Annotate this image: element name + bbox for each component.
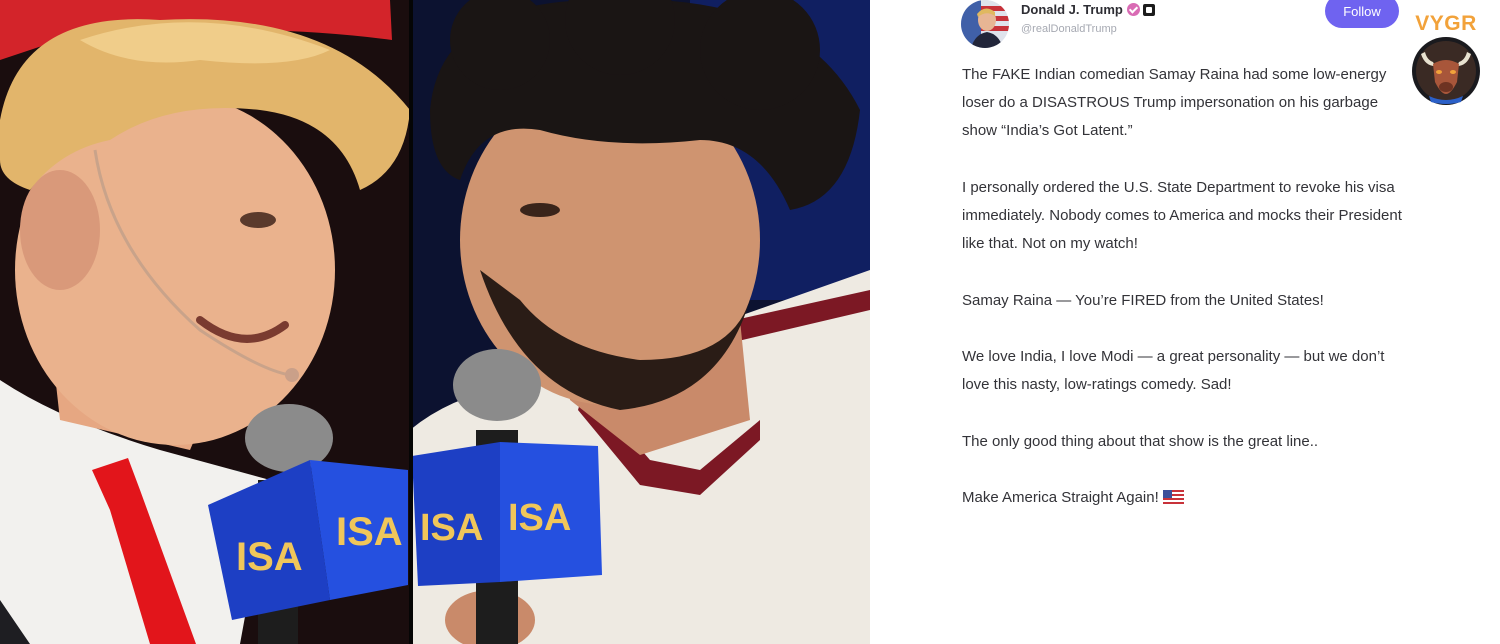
svg-text:ISA: ISA [420,507,483,549]
display-name[interactable]: Donald J. Trump [1021,2,1155,17]
post-paragraph: The FAKE Indian comedian Samay Raina had… [962,66,1387,140]
svg-text:ISA: ISA [336,510,403,554]
media-badge-icon [1142,4,1155,16]
bull-head-icon [1412,37,1480,105]
verified-badge-icon [1126,3,1140,16]
avatar[interactable] [961,0,1009,48]
photo-illustration: ISA ISA ISA ISA [0,0,870,644]
post-paragraph: Samay Raina — You’re FIRED from the Unit… [962,291,1324,309]
watermark-logo: VYGR [1404,12,1488,112]
post-body: The FAKE Indian comedian Samay Raina had… [962,61,1412,512]
svg-text:ISA: ISA [236,535,303,579]
watermark-text: VYGR [1415,12,1477,35]
post-closing-line: Make America Straight Again! [962,484,1412,512]
follow-button[interactable]: Follow [1325,0,1399,28]
post-paragraph: Make America Straight Again! [962,488,1159,506]
news-photo: ISA ISA ISA ISA [0,0,870,644]
post-paragraph: We love India, I love Modi — a great per… [962,347,1385,394]
display-name-text: Donald J. Trump [1021,2,1123,17]
photo-divider [409,0,413,644]
post-paragraph: The only good thing about that show is t… [962,432,1319,450]
post-paragraph: I personally ordered the U.S. State Depa… [962,178,1402,253]
us-flag-icon [1162,489,1184,504]
svg-text:ISA: ISA [508,497,571,539]
user-handle[interactable]: @realDonaldTrump [1021,23,1117,35]
post-header: Donald J. Trump @realDonaldTrump Follow [961,0,1431,52]
avatar-image [961,0,1009,48]
